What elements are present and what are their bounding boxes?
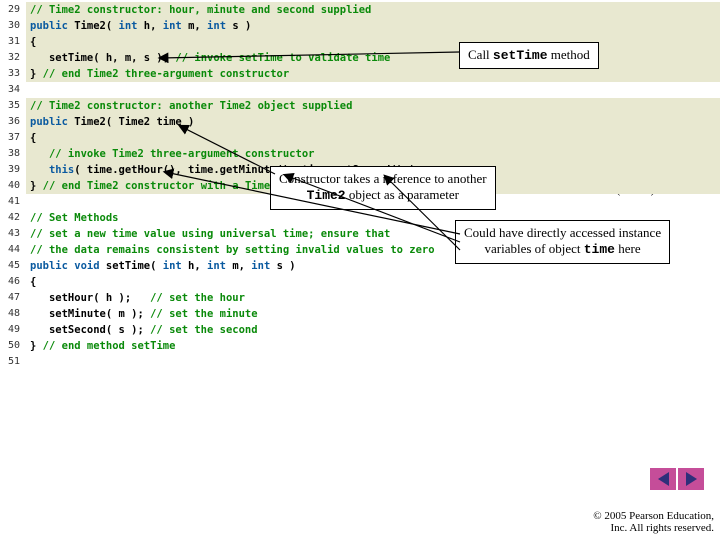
line-number: 29 (0, 2, 26, 18)
annotation-direct-access: Could have directly accessed instance va… (455, 220, 670, 264)
prev-button[interactable] (650, 468, 676, 490)
code-text: } // end method setTime (26, 338, 720, 354)
code-text: setHour( h ); // set the hour (26, 290, 720, 306)
line-number: 43 (0, 226, 26, 242)
line-number: 31 (0, 34, 26, 50)
copyright-footer: © 2005 Pearson Education, Inc. All right… (593, 510, 714, 534)
annotation-call-settime: Call setTime method (459, 42, 599, 69)
code-text: setMinute( m ); // set the minute (26, 306, 720, 322)
code-text: setSecond( s ); // set the second (26, 322, 720, 338)
line-number: 47 (0, 290, 26, 306)
line-number: 48 (0, 306, 26, 322)
code-text: } // end Time2 three-argument constructo… (26, 66, 720, 82)
line-number: 36 (0, 114, 26, 130)
line-number: 33 (0, 66, 26, 82)
next-button[interactable] (678, 468, 704, 490)
code-comment: // set a new time value using universal … (30, 228, 390, 240)
line-number: 40 (0, 178, 26, 194)
code-comment: // Set Methods (30, 212, 119, 224)
code-text (26, 82, 720, 98)
line-number: 44 (0, 242, 26, 258)
line-number: 41 (0, 194, 26, 210)
line-number: 46 (0, 274, 26, 290)
line-number: 30 (0, 18, 26, 34)
line-number: 32 (0, 50, 26, 66)
code-text: { (26, 130, 720, 146)
line-number: 34 (0, 82, 26, 98)
line-number: 49 (0, 322, 26, 338)
code-text: setTime( h, m, s ); // invoke setTime to… (26, 50, 720, 66)
nav-buttons (650, 468, 704, 490)
line-number: 50 (0, 338, 26, 354)
triangle-right-icon (686, 472, 697, 486)
code-comment: // Time2 constructor: hour, minute and s… (30, 4, 371, 16)
line-number: 42 (0, 210, 26, 226)
code-text: public Time2( Time2 time ) (26, 114, 720, 130)
line-number: 38 (0, 146, 26, 162)
line-number: 39 (0, 162, 26, 178)
triangle-left-icon (658, 472, 669, 486)
line-number: 45 (0, 258, 26, 274)
code-text: public Time2( int h, int m, int s ) (26, 18, 720, 34)
line-number: 35 (0, 98, 26, 114)
annotation-constructor-ref: Constructor takes a reference to another… (270, 166, 496, 210)
line-number: 51 (0, 354, 26, 370)
code-comment: // invoke Time2 three-argument construct… (30, 148, 314, 160)
code-comment: // Time2 constructor: another Time2 obje… (30, 100, 352, 112)
code-text: { (26, 34, 720, 50)
code-comment: // the data remains consistent by settin… (30, 244, 435, 256)
code-text: { (26, 274, 720, 290)
line-number: 37 (0, 130, 26, 146)
code-text (26, 354, 720, 370)
